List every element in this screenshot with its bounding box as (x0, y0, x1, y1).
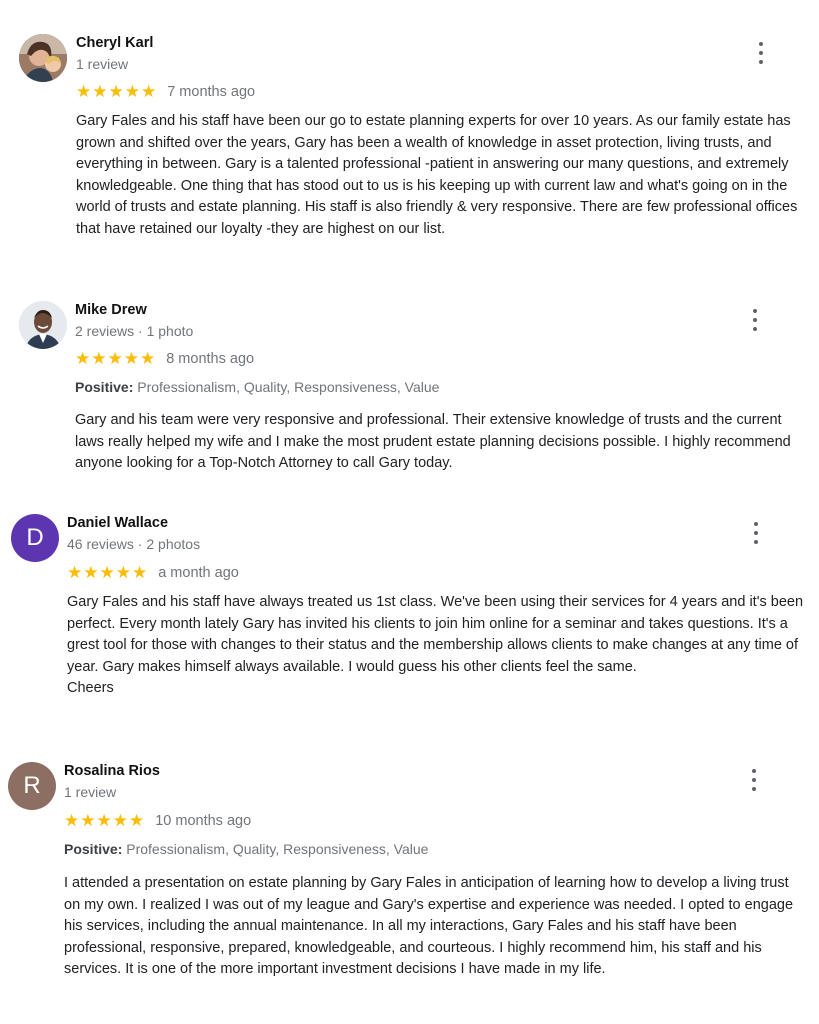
positive-values: Professionalism, Quality, Responsiveness… (122, 841, 429, 857)
reviewer-name[interactable]: Cheryl Karl (76, 35, 153, 51)
review-text: Gary Fales and his staff have been our g… (76, 111, 806, 240)
review-date: 10 months ago (155, 812, 252, 829)
positive-label: Positive: (75, 379, 134, 395)
avatar-letter[interactable]: R (8, 762, 56, 810)
positive-attributes: Positive: Professionalism, Quality, Resp… (64, 841, 428, 857)
review-text-body: Gary Fales and his staff have always tre… (67, 594, 804, 675)
review-date: 8 months ago (166, 350, 255, 367)
more-vert-icon[interactable] (756, 42, 766, 64)
rating-row: ★★★★★ 10 months ago (64, 812, 251, 829)
avatar-letter[interactable]: D (11, 514, 59, 562)
review-text-body: Gary Fales and his staff have been our g… (76, 113, 798, 237)
review-text: I attended a presentation on estate plan… (64, 873, 799, 981)
reviewer-meta[interactable]: 46 reviews · 2 photos (67, 536, 200, 552)
more-vert-icon[interactable] (750, 309, 760, 331)
star-rating: ★★★★★ (76, 82, 158, 101)
avatar-photo[interactable] (19, 301, 67, 349)
review-text-body: I attended a presentation on estate plan… (64, 875, 794, 977)
reviewer-meta[interactable]: 1 review (76, 56, 128, 72)
more-vert-icon[interactable] (751, 522, 761, 544)
review-text: Gary and his team were very responsive a… (75, 410, 800, 475)
avatar-photo[interactable] (19, 34, 67, 82)
more-vert-icon[interactable] (749, 769, 759, 791)
review-text: Gary Fales and his staff have always tre… (67, 592, 807, 700)
rating-row: ★★★★★ 8 months ago (75, 350, 254, 367)
review-text-body: Gary and his team were very responsive a… (75, 412, 791, 471)
star-rating: ★★★★★ (75, 349, 157, 368)
review-text-closing: Cheers (67, 680, 114, 696)
avatar-image (19, 301, 67, 349)
avatar-image (19, 34, 67, 82)
star-rating: ★★★★★ (64, 811, 146, 830)
rating-row: ★★★★★ 7 months ago (76, 83, 255, 100)
review-date: a month ago (158, 564, 239, 581)
positive-values: Professionalism, Quality, Responsiveness… (133, 379, 440, 395)
star-rating: ★★★★★ (67, 563, 149, 582)
reviewer-meta[interactable]: 1 review (64, 784, 116, 800)
reviewer-name[interactable]: Rosalina Rios (64, 763, 160, 779)
reviewer-name[interactable]: Daniel Wallace (67, 515, 168, 531)
review-date: 7 months ago (167, 83, 256, 100)
reviewer-name[interactable]: Mike Drew (75, 302, 147, 318)
rating-row: ★★★★★ a month ago (67, 564, 239, 581)
positive-attributes: Positive: Professionalism, Quality, Resp… (75, 379, 439, 395)
positive-label: Positive: (64, 841, 123, 857)
reviewer-meta[interactable]: 2 reviews · 1 photo (75, 323, 193, 339)
